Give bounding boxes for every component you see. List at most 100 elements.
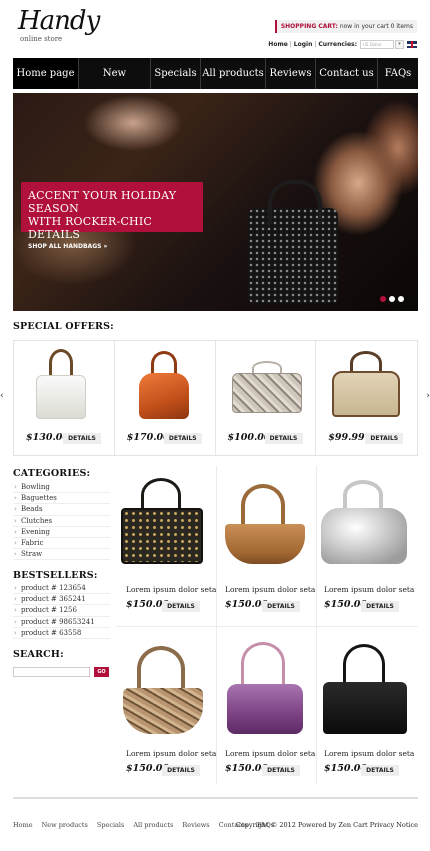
carousel-next-arrow-icon[interactable]: › [426,391,430,401]
category-item[interactable]: Bowling [13,482,110,494]
brown-hobo-bag-icon[interactable] [225,484,305,564]
top-link-home[interactable]: Home [268,40,287,49]
slider-dot[interactable] [380,296,386,302]
studded-black-bag-icon[interactable] [121,478,203,564]
offer-card[interactable]: $100.00 DETAILS [216,341,317,455]
offer-details-button[interactable]: DETAILS [163,433,202,444]
hero-banner[interactable]: ACCENT YOUR HOLIDAY SEASON WITH ROCKER-C… [13,93,418,311]
footer-link-specials[interactable]: Specials [97,821,124,829]
offer-card[interactable]: $170.00 DETAILS [115,341,216,455]
product-card[interactable]: Lorem ipsum dolor seta $150.00 DETAILS [317,630,415,794]
nav-new-products[interactable]: New products [79,58,151,110]
product-name[interactable]: Lorem ipsum dolor seta [126,749,216,758]
categories-title: CATEGORIES: [13,468,91,479]
categories-list: Bowling Baguettes Beads Clutches Evening… [13,482,110,561]
purple-charm-bag-icon[interactable] [227,642,303,734]
python-clutch-icon[interactable] [231,361,302,413]
logo-title: Handy [18,6,100,36]
product-name[interactable]: Lorem ipsum dolor seta [126,585,216,594]
category-item[interactable]: Straw [13,549,110,561]
bestseller-item[interactable]: product # 63558 [13,628,110,639]
studded-handbag-image [248,180,338,303]
special-offers-carousel: $130.00 DETAILS $170.00 DETAILS $100.00 … [13,340,418,456]
offer-details-button[interactable]: DETAILS [365,433,404,444]
footer-link-reviews[interactable]: Reviews [182,821,209,829]
category-item[interactable]: Baguettes [13,493,110,505]
offer-card[interactable]: $130.00 DETAILS [14,341,115,455]
hero-headline-line2: WITH ROCKER-CHIC DETAILS [28,215,153,241]
product-details-button[interactable]: DETAILS [361,601,399,612]
main-navigation: Home page New products Specials All prod… [13,58,418,110]
bestseller-item[interactable]: product # 365241 [13,594,110,606]
product-card[interactable]: Lorem ipsum dolor seta $150.00 DETAILS [117,630,216,794]
shopping-cart-link[interactable]: SHOPPING CART: now in your cart 0 items [274,20,417,33]
product-details-button[interactable]: DETAILS [162,601,200,612]
footer-link-all-products[interactable]: All products [133,821,173,829]
product-details-button[interactable]: DETAILS [262,765,300,776]
slider-pagination [377,296,404,302]
nav-reviews[interactable]: Reviews [266,58,316,89]
nav-contact-us[interactable]: Contact us [316,58,378,89]
separator: | [289,41,292,48]
hero-headline-line1: ACCENT YOUR HOLIDAY SEASON [28,189,177,215]
bestseller-item[interactable]: product # 98653241 [13,617,110,628]
product-card[interactable]: Lorem ipsum dolor seta $150.00 DETAILS [317,466,415,630]
top-links: Home | Login | Currencies: US Dollar ▾ [268,40,417,49]
cart-label: SHOPPING CART: [280,23,338,30]
product-name[interactable]: Lorem ipsum dolor seta [225,749,315,758]
product-details-button[interactable]: DETAILS [262,601,300,612]
category-item[interactable]: Evening [13,527,110,538]
product-card[interactable]: Lorem ipsum dolor seta $150.00 DETAILS [117,466,216,630]
top-link-login[interactable]: Login [294,40,313,49]
white-tote-bag-icon[interactable] [36,349,86,419]
uk-flag-icon[interactable] [407,41,417,48]
search-input[interactable] [13,667,90,677]
copyright-text: Copyright © 2012 Powered by Zen Cart Pri… [235,821,418,829]
product-name[interactable]: Lorem ipsum dolor seta [225,585,315,594]
black-leather-tote-icon[interactable] [323,644,407,734]
currency-select[interactable]: US Dollar [360,40,394,49]
product-details-button[interactable]: DETAILS [361,765,399,776]
slider-dot[interactable] [389,296,395,302]
footer-divider [13,797,418,799]
bestsellers-title: BESTSELLERS: [13,570,98,581]
store-logo[interactable]: Handy online store [18,8,108,48]
search-title: SEARCH: [13,649,64,660]
cart-status: now in your cart 0 items [339,23,413,30]
product-name[interactable]: Lorem ipsum dolor seta [324,749,414,758]
search-go-button[interactable]: GO [94,667,109,677]
product-name[interactable]: Lorem ipsum dolor seta [324,585,414,594]
footer-link-new-products[interactable]: New products [42,821,88,829]
slider-dot[interactable] [398,296,404,302]
footer-link-home[interactable]: Home [13,821,33,829]
offer-price: $99.99 [328,432,365,443]
offer-details-button[interactable]: DETAILS [264,433,303,444]
special-offers-title: SPECIAL OFFERS: [13,321,114,332]
bestsellers-list: product # 123654 product # 365241 produc… [13,583,110,639]
snakeskin-hobo-icon[interactable] [123,646,203,734]
orange-leather-bag-icon[interactable] [138,351,189,419]
nav-all-products[interactable]: All products [201,58,266,89]
logo-subtitle: online store [20,35,63,43]
bestseller-item[interactable]: product # 123654 [13,583,110,595]
currencies-label: Currencies: [318,41,357,48]
product-details-button[interactable]: DETAILS [162,765,200,776]
silver-knot-bag-icon[interactable] [321,480,407,564]
carousel-prev-arrow-icon[interactable]: ‹ [0,391,4,401]
separator: | [314,41,317,48]
category-item[interactable]: Clutches [13,516,110,527]
bestseller-item[interactable]: product # 1256 [13,605,110,617]
hero-cta-link[interactable]: SHOP ALL HANDBAGS » [28,242,195,252]
nav-specials[interactable]: Specials [151,58,201,89]
product-card[interactable]: Lorem ipsum dolor seta $150.00 DETAILS [217,466,315,630]
beige-satchel-icon[interactable] [332,351,401,417]
nav-home-page[interactable]: Home page [13,58,79,89]
category-item[interactable]: Beads [13,504,110,516]
offer-details-button[interactable]: DETAILS [63,433,101,444]
category-item[interactable]: Fabric [13,538,110,550]
nav-faqs[interactable]: FAQs [378,58,418,89]
hero-caption[interactable]: ACCENT YOUR HOLIDAY SEASON WITH ROCKER-C… [21,182,203,250]
offer-card[interactable]: $99.99 DETAILS [316,341,417,455]
currency-dropdown-button[interactable]: ▾ [395,40,404,49]
product-card[interactable]: Lorem ipsum dolor seta $150.00 DETAILS [217,630,315,794]
